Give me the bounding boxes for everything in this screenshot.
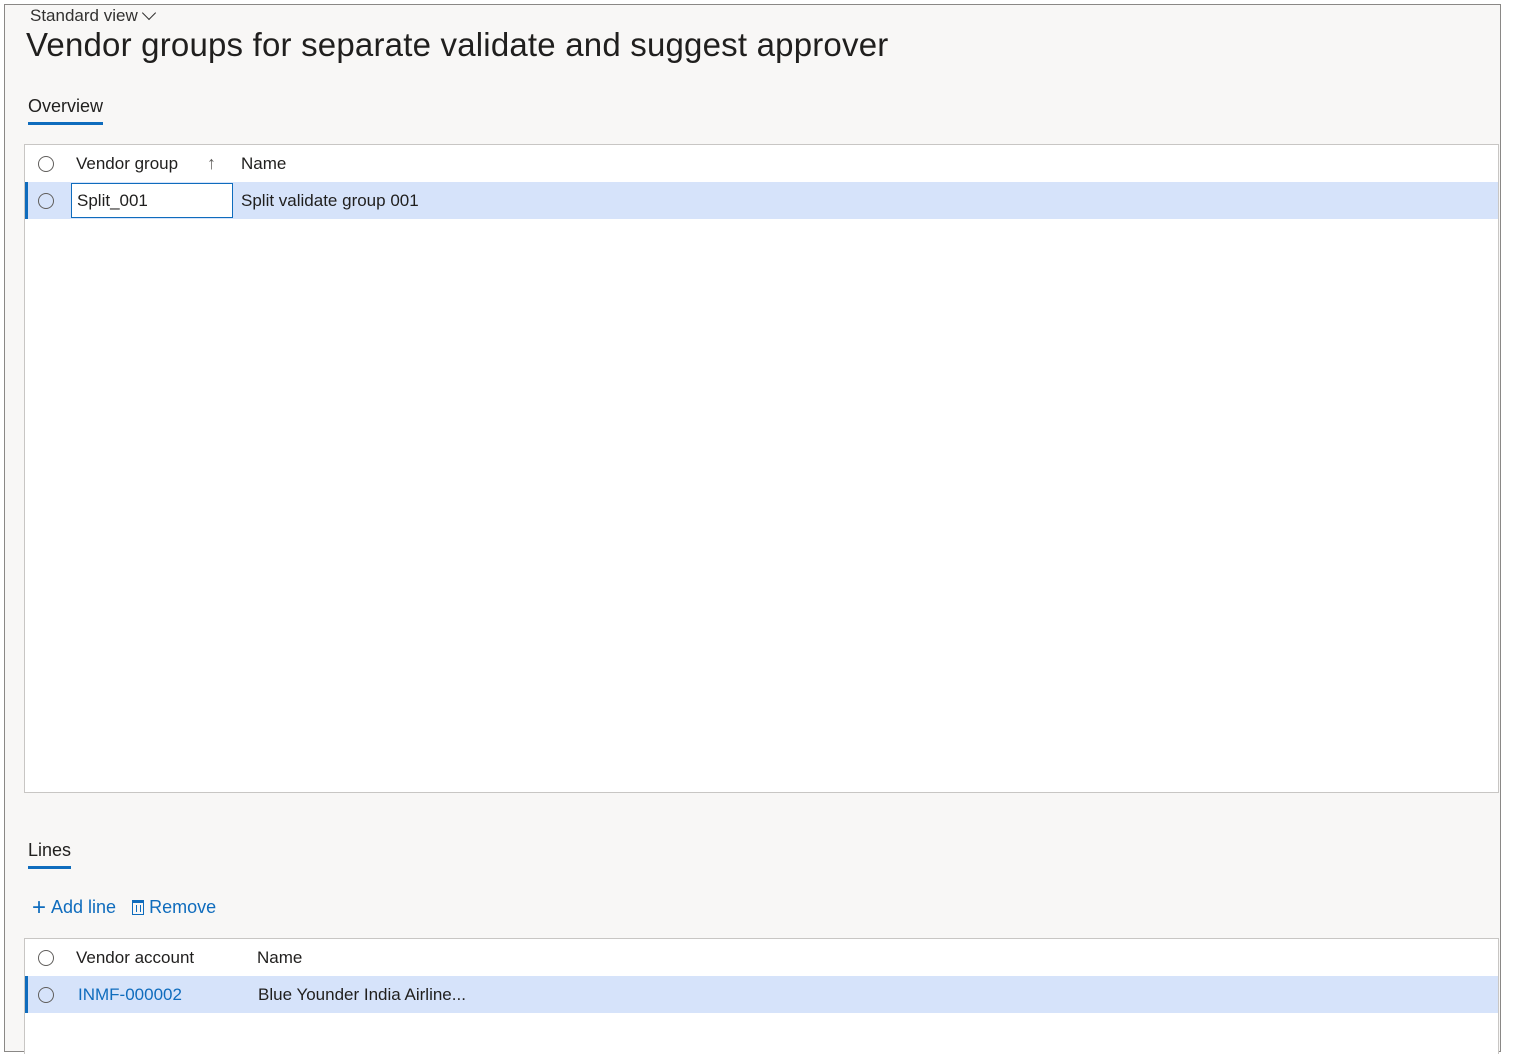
tab-underline bbox=[28, 122, 104, 125]
page-title: Vendor groups for separate validate and … bbox=[26, 26, 889, 63]
table-row[interactable]: INMF-000002 Blue Younder India Airline..… bbox=[25, 976, 1498, 1013]
column-header-vendor-account[interactable]: Vendor account bbox=[76, 948, 194, 968]
vendor-account-link[interactable]: INMF-000002 bbox=[78, 985, 182, 1005]
column-header-vendor-group[interactable]: Vendor group bbox=[76, 154, 178, 174]
select-all-radio[interactable] bbox=[38, 155, 54, 172]
column-header-name[interactable]: Name bbox=[241, 154, 286, 174]
row-select-radio[interactable] bbox=[38, 986, 54, 1003]
sort-ascending-icon: ↑ bbox=[207, 153, 216, 173]
view-selector[interactable]: Standard view bbox=[30, 5, 156, 26]
lines-toolbar: + Add line Remove bbox=[32, 893, 216, 921]
tab-lines[interactable]: Lines bbox=[28, 840, 72, 869]
plus-icon: + bbox=[32, 893, 47, 921]
tab-overview[interactable]: Overview bbox=[28, 96, 104, 125]
remove-button[interactable]: Remove bbox=[132, 897, 216, 918]
view-selector-label: Standard view bbox=[30, 6, 138, 25]
group-name-cell[interactable]: Split validate group 001 bbox=[241, 191, 419, 211]
tab-underline bbox=[28, 866, 72, 869]
tab-overview-label: Overview bbox=[28, 96, 104, 116]
vendor-name-cell[interactable]: Blue Younder India Airline... bbox=[258, 985, 466, 1005]
column-header-name[interactable]: Name bbox=[257, 948, 302, 968]
grid-header: Vendor account Name bbox=[25, 939, 1498, 977]
grid-header: Vendor group ↑ Name bbox=[25, 145, 1498, 183]
select-all-radio[interactable] bbox=[38, 949, 54, 966]
tab-lines-label: Lines bbox=[28, 840, 72, 860]
add-line-label: Add line bbox=[51, 897, 117, 917]
trash-icon bbox=[132, 900, 145, 915]
table-row[interactable]: Split_001 Split validate group 001 bbox=[25, 182, 1498, 219]
add-line-button[interactable]: + Add line bbox=[32, 893, 117, 921]
vendor-lines-grid: Vendor account Name INMF-000002 Blue You… bbox=[24, 938, 1499, 1054]
vendor-group-field[interactable]: Split_001 bbox=[71, 183, 233, 218]
vendor-group-value: Split_001 bbox=[77, 190, 148, 210]
vendor-groups-grid: Vendor group ↑ Name Split_001 Split vali… bbox=[24, 144, 1499, 793]
remove-label: Remove bbox=[149, 897, 217, 917]
row-select-radio[interactable] bbox=[38, 192, 54, 209]
chevron-down-icon bbox=[141, 5, 156, 21]
